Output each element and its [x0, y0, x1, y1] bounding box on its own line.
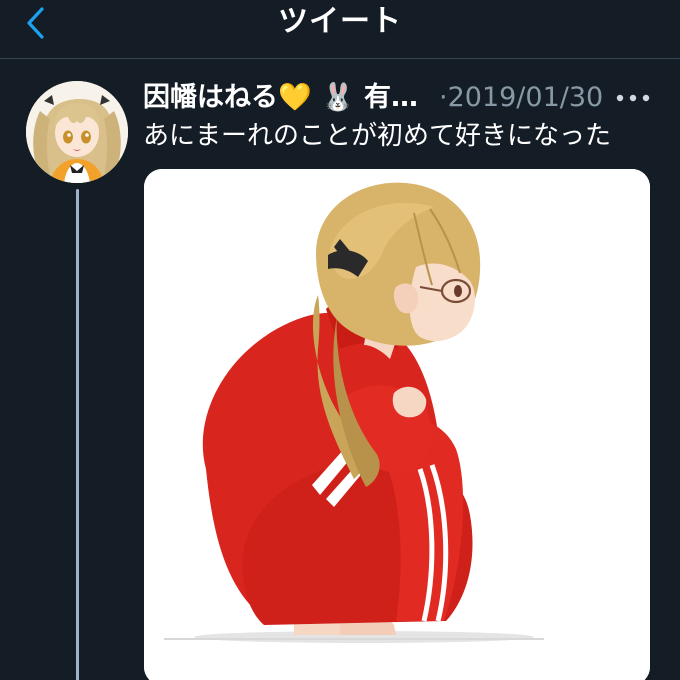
- page-title: ツイート: [278, 4, 402, 39]
- thread-connector-line: [76, 189, 79, 680]
- tweet-media-image[interactable]: [144, 169, 650, 680]
- tweet[interactable]: 因幡はねる💛 🐰 有… ·2019/01/30 あにまーれのことが初めて好きにな…: [0, 59, 680, 680]
- avatar[interactable]: [26, 81, 128, 183]
- more-options-button[interactable]: [613, 83, 653, 113]
- more-horizontal-icon: [616, 94, 650, 102]
- tweet-author-row: 因幡はねる💛 🐰 有… ·2019/01/30: [143, 79, 663, 117]
- tweet-timestamp[interactable]: ·2019/01/30: [439, 79, 603, 117]
- tweet-text: あにまーれのことが初めて好きになった: [143, 121, 612, 151]
- anime-girl-illustration-icon: [144, 169, 650, 680]
- header-bar: ツイート: [0, 0, 680, 59]
- tweet-detail-screen: ツイート 因幡はねる💛 🐰 有… ·2019/01/30 あにまーれのことが初め…: [0, 0, 680, 680]
- user-avatar-icon: [26, 81, 128, 183]
- author-display-name[interactable]: 因幡はねる💛 🐰 有…: [143, 79, 418, 117]
